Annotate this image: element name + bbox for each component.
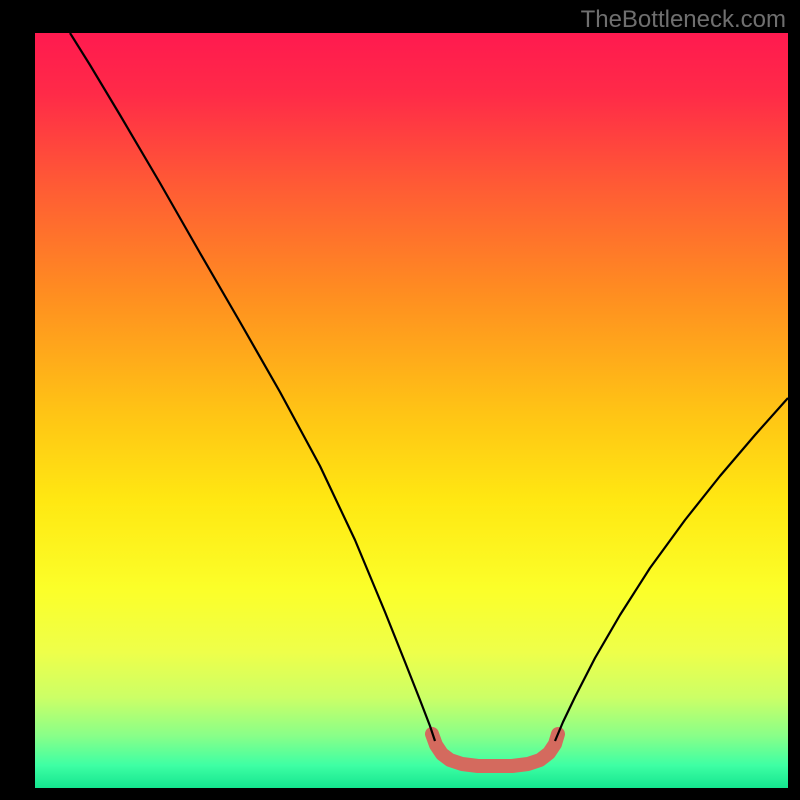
chart-frame: TheBottleneck.com	[0, 0, 800, 800]
watermark-text: TheBottleneck.com	[581, 6, 786, 34]
gradient-background	[35, 33, 788, 788]
bottleneck-chart	[0, 0, 800, 800]
